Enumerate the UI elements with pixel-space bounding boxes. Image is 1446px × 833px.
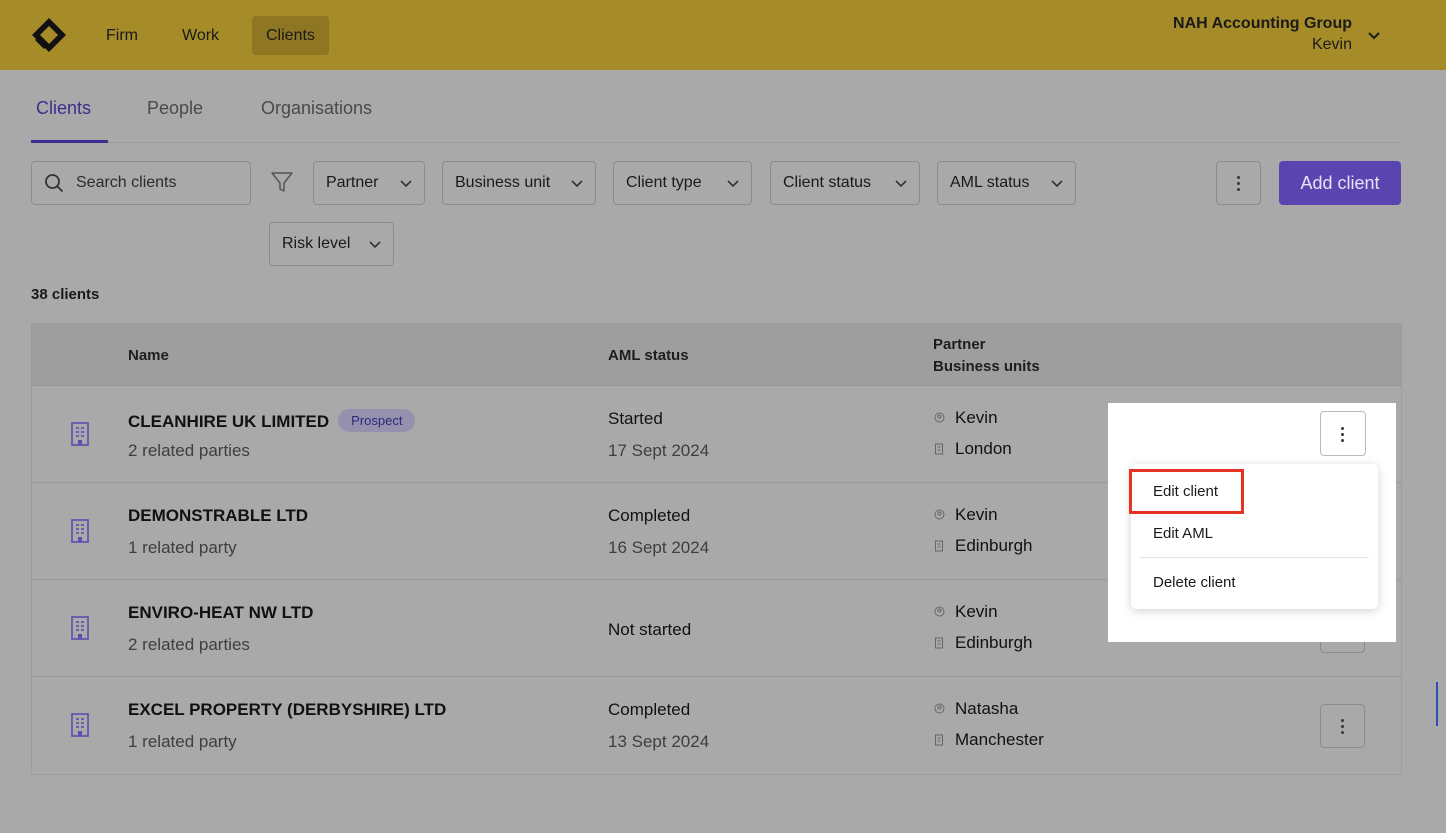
logo-icon[interactable] xyxy=(30,16,68,54)
menu-item-delete-client[interactable]: Delete client xyxy=(1153,574,1236,591)
column-header-partner[interactable]: Partner xyxy=(933,336,986,353)
table-header: Name AML status Partner Business units xyxy=(32,324,1401,386)
chevron-down-icon xyxy=(571,180,583,188)
business-unit: Edinburgh xyxy=(955,536,1033,555)
partner-dropdown-label: Partner xyxy=(326,174,379,191)
person-icon xyxy=(934,703,945,714)
building-small-icon xyxy=(935,540,943,552)
user-name: Kevin xyxy=(1311,36,1352,53)
column-header-aml[interactable]: AML status xyxy=(608,347,689,364)
aml-status-dropdown[interactable]: AML status xyxy=(937,161,1076,205)
status-badge: Prospect xyxy=(338,409,416,432)
chevron-down-icon xyxy=(727,180,739,188)
client-name[interactable]: ENVIRO-HEAT NW LTD xyxy=(128,603,313,623)
aml-status: Completed xyxy=(608,506,691,525)
building-icon xyxy=(71,713,89,737)
building-small-icon xyxy=(935,443,943,455)
building-icon xyxy=(71,616,89,640)
aml-status-dropdown-label: AML status xyxy=(950,174,1030,191)
business-unit-dropdown[interactable]: Business unit xyxy=(442,161,596,205)
business-unit: Manchester xyxy=(955,730,1044,749)
chevron-down-icon[interactable] xyxy=(1366,28,1382,44)
filter-icon[interactable] xyxy=(270,170,294,194)
search-placeholder: Search clients xyxy=(76,174,177,191)
tab-clients[interactable]: Clients xyxy=(36,98,91,119)
more-vertical-icon xyxy=(1341,719,1345,735)
scrollbar-thumb[interactable] xyxy=(1436,682,1438,726)
chevron-down-icon xyxy=(1051,180,1063,188)
row-actions-button[interactable] xyxy=(1320,704,1365,748)
partner-name: Kevin xyxy=(955,408,998,427)
search-icon xyxy=(45,174,64,193)
chevron-down-icon xyxy=(369,241,381,249)
client-name[interactable]: EXCEL PROPERTY (DERBYSHIRE) LTD xyxy=(128,700,446,720)
risk-level-dropdown-label: Risk level xyxy=(282,235,351,252)
tab-people[interactable]: People xyxy=(147,98,203,119)
chevron-down-icon xyxy=(895,180,907,188)
partner-name: Kevin xyxy=(955,505,998,524)
nav-work[interactable]: Work xyxy=(168,16,233,55)
business-unit: Edinburgh xyxy=(955,633,1033,652)
person-icon xyxy=(934,412,945,423)
person-icon xyxy=(934,606,945,617)
active-tab-indicator xyxy=(31,140,108,143)
chevron-down-icon xyxy=(400,180,412,188)
tabs-divider xyxy=(31,142,1401,143)
nav-firm[interactable]: Firm xyxy=(92,16,152,55)
related-parties: 2 related parties xyxy=(128,441,250,460)
aml-status: Started xyxy=(608,409,663,428)
org-name: NAH Accounting Group xyxy=(1173,15,1352,32)
partner-name: Kevin xyxy=(955,602,998,621)
column-header-name[interactable]: Name xyxy=(128,347,169,364)
aml-status: Not started xyxy=(608,620,692,639)
row-actions-button-open[interactable] xyxy=(1320,411,1366,456)
more-options-button[interactable] xyxy=(1216,161,1261,205)
business-unit: London xyxy=(955,439,1012,458)
menu-divider xyxy=(1140,557,1369,558)
related-parties: 1 related party xyxy=(128,732,237,751)
menu-item-edit-aml[interactable]: Edit AML xyxy=(1153,525,1213,542)
aml-date: 16 Sept 2024 xyxy=(608,538,710,557)
aml-status: Completed xyxy=(608,700,691,719)
client-type-dropdown[interactable]: Client type xyxy=(613,161,752,205)
risk-level-dropdown[interactable]: Risk level xyxy=(269,222,394,266)
org-switcher[interactable]: NAH Accounting Group Kevin xyxy=(1173,14,1352,56)
client-count: 38 clients xyxy=(31,286,100,303)
partner-name: Natasha xyxy=(955,699,1019,718)
highlight-box xyxy=(1129,469,1244,514)
client-name[interactable]: CLEANHIRE UK LIMITED Prospect xyxy=(128,409,416,432)
person-icon xyxy=(934,509,945,520)
client-name[interactable]: DEMONSTRABLE LTD xyxy=(128,506,308,526)
nav-clients[interactable]: Clients xyxy=(252,16,329,55)
aml-date: 17 Sept 2024 xyxy=(608,441,710,460)
more-vertical-icon xyxy=(1237,176,1241,192)
related-parties: 2 related parties xyxy=(128,635,250,654)
building-icon xyxy=(71,422,89,446)
building-small-icon xyxy=(935,637,943,649)
business-unit-dropdown-label: Business unit xyxy=(455,174,551,191)
partner-dropdown[interactable]: Partner xyxy=(313,161,425,205)
table-row[interactable]: EXCEL PROPERTY (DERBYSHIRE) LTD 1 relate… xyxy=(32,677,1401,774)
top-bar: Firm Work Clients NAH Accounting Group K… xyxy=(0,0,1446,70)
search-input[interactable]: Search clients xyxy=(31,161,251,205)
more-vertical-icon xyxy=(1341,427,1344,445)
aml-date: 13 Sept 2024 xyxy=(608,732,710,751)
building-small-icon xyxy=(935,734,943,746)
client-status-dropdown-label: Client status xyxy=(783,174,872,191)
client-name-text[interactable]: CLEANHIRE UK LIMITED xyxy=(128,412,329,431)
client-type-dropdown-label: Client type xyxy=(626,174,702,191)
related-parties: 1 related party xyxy=(128,538,237,557)
add-client-button[interactable]: Add client xyxy=(1279,161,1401,205)
client-status-dropdown[interactable]: Client status xyxy=(770,161,920,205)
building-icon xyxy=(71,519,89,543)
tab-organisations[interactable]: Organisations xyxy=(261,98,372,119)
column-header-business-units[interactable]: Business units xyxy=(933,358,1040,375)
